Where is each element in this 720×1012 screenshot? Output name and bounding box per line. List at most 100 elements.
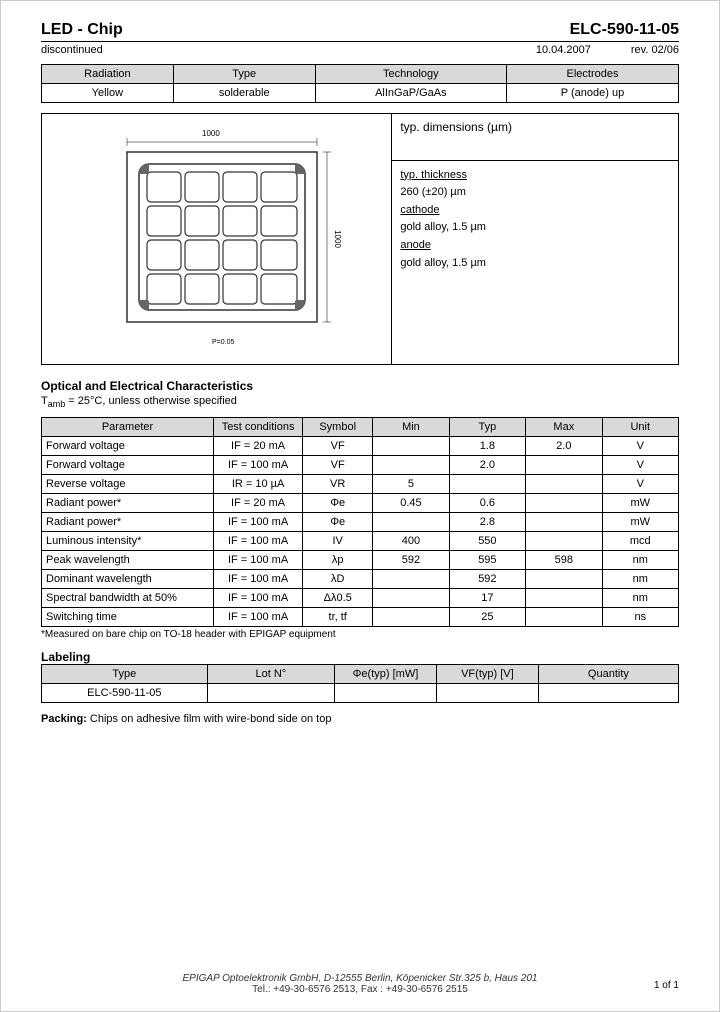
cell: IF = 20 mA <box>213 494 302 513</box>
cell: IF = 100 mA <box>213 456 302 475</box>
rev-text: rev. 02/06 <box>631 44 679 56</box>
status-text: discontinued <box>41 44 103 56</box>
cell: IF = 100 mA <box>213 513 302 532</box>
cell: 25 <box>449 608 525 627</box>
cell: 592 <box>373 551 449 570</box>
cell <box>373 437 449 456</box>
optical-footnote: *Measured on bare chip on TO-18 header w… <box>41 629 679 640</box>
col-header: Electrodes <box>507 65 679 84</box>
cell <box>538 684 678 703</box>
cell: 0.45 <box>373 494 449 513</box>
cell: Yellow <box>42 84 174 103</box>
cell <box>526 570 602 589</box>
col-header: Parameter <box>42 418 214 437</box>
table-row: Type Lot N° Φe(typ) [mW] VF(typ) [V] Qua… <box>42 665 679 684</box>
thickness-label: typ. thickness <box>400 169 467 181</box>
cell: 5 <box>373 475 449 494</box>
table-row: Radiant power*IF = 100 mAΦe2.8mW <box>42 513 679 532</box>
cell <box>335 684 437 703</box>
col-header: Test conditions <box>213 418 302 437</box>
col-header: Min <box>373 418 449 437</box>
table-row: Dominant wavelengthIF = 100 mAλD592nm <box>42 570 679 589</box>
cell: 550 <box>449 532 525 551</box>
cell <box>526 456 602 475</box>
cell: V <box>602 437 678 456</box>
dimensions-text: typ. thickness 260 (±20) µm cathode gold… <box>392 160 679 364</box>
cell: VF <box>303 437 373 456</box>
col-header: Type <box>42 665 208 684</box>
table-row: Spectral bandwidth at 50%IF = 100 mAΔλ0.… <box>42 589 679 608</box>
optical-title: Optical and Electrical Characteristics <box>41 379 679 393</box>
cell <box>526 475 602 494</box>
cell: IF = 100 mA <box>213 551 302 570</box>
cell: Switching time <box>42 608 214 627</box>
cell: Reverse voltage <box>42 475 214 494</box>
cell: V <box>602 456 678 475</box>
cell <box>526 494 602 513</box>
table-row: Luminous intensity*IF = 100 mAIV400550mc… <box>42 532 679 551</box>
subheader-row: discontinued 10.04.2007 rev. 02/06 <box>41 44 679 56</box>
diagram-caption: P=0.05 <box>212 339 234 346</box>
cell: Δλ0.5 <box>303 589 373 608</box>
dimensions-panel: 1000 <box>41 113 679 365</box>
cell: nm <box>602 551 678 570</box>
cell <box>373 570 449 589</box>
cathode-value: gold alloy, 1.5 µm <box>400 221 486 233</box>
cell: ns <box>602 608 678 627</box>
table-row: Yellow solderable AlInGaP/GaAs P (anode)… <box>42 84 679 103</box>
chip-drawing-cell: 1000 <box>42 114 392 365</box>
cell: mW <box>602 494 678 513</box>
dim-width-label: 1000 <box>202 129 220 138</box>
cell: λp <box>303 551 373 570</box>
header-row: LED - Chip ELC-590-11-05 <box>41 21 679 42</box>
col-header: Symbol <box>303 418 373 437</box>
optical-table: Parameter Test conditions Symbol Min Typ… <box>41 417 679 627</box>
cell: ELC-590-11-05 <box>42 684 208 703</box>
col-header: Φe(typ) [mW] <box>335 665 437 684</box>
cell: P (anode) up <box>507 84 679 103</box>
cell <box>449 475 525 494</box>
cell: IF = 20 mA <box>213 437 302 456</box>
footer-company: EPIGAP Optoelektronik GmbH, D-12555 Berl… <box>183 973 538 984</box>
cell <box>373 608 449 627</box>
cell <box>526 513 602 532</box>
col-header: Radiation <box>42 65 174 84</box>
dim-height-label: 1000 <box>333 230 342 248</box>
cell: 400 <box>373 532 449 551</box>
cell: 598 <box>526 551 602 570</box>
cell <box>373 456 449 475</box>
table-row: Radiation Type Technology Electrodes <box>42 65 679 84</box>
cell <box>526 589 602 608</box>
cell <box>436 684 538 703</box>
page-number: 1 of 1 <box>654 980 679 991</box>
table-row: Radiant power*IF = 20 mAΦe0.450.6mW <box>42 494 679 513</box>
cell: IF = 100 mA <box>213 589 302 608</box>
cell: Radiant power* <box>42 494 214 513</box>
cell: Forward voltage <box>42 437 214 456</box>
cell: nm <box>602 589 678 608</box>
cell: mcd <box>602 532 678 551</box>
cell: 2.8 <box>449 513 525 532</box>
cell: λD <box>303 570 373 589</box>
table-row: Reverse voltageIR = 10 µAVR5V <box>42 475 679 494</box>
optical-subtitle: Tamb = 25°C, unless otherwise specified <box>41 395 679 409</box>
cell: 595 <box>449 551 525 570</box>
cell: AlInGaP/GaAs <box>315 84 506 103</box>
table-row: Peak wavelengthIF = 100 mAλp592595598nm <box>42 551 679 570</box>
dimensions-title: typ. dimensions (µm) <box>392 114 679 161</box>
cell <box>526 532 602 551</box>
footer: EPIGAP Optoelektronik GmbH, D-12555 Berl… <box>1 973 719 995</box>
cell: Radiant power* <box>42 513 214 532</box>
cell <box>373 589 449 608</box>
col-header: Type <box>173 65 315 84</box>
packing-text: Chips on adhesive film with wire-bond si… <box>90 713 332 725</box>
col-header: Quantity <box>538 665 678 684</box>
cathode-label: cathode <box>400 204 439 216</box>
cell: solderable <box>173 84 315 103</box>
packing-line: Packing: Chips on adhesive film with wir… <box>41 713 679 725</box>
table-row: Switching timeIF = 100 mAtr, tf 25 ns <box>42 608 679 627</box>
table-row: Forward voltageIF = 20 mAVF1.82.0V <box>42 437 679 456</box>
cell: IF = 100 mA <box>213 608 302 627</box>
col-header: Unit <box>602 418 678 437</box>
cell: tr, tf <box>303 608 373 627</box>
